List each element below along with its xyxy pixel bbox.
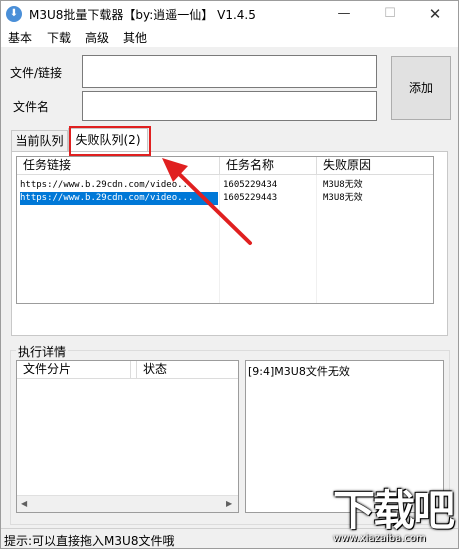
details-group-label: 执行详情 — [16, 343, 69, 360]
column-header-segment[interactable]: 文件分片 — [17, 361, 131, 379]
scroll-right-icon[interactable]: ▶ — [226, 499, 232, 508]
column-header-status[interactable]: 状态 — [137, 361, 238, 379]
log-line: [9:4]M3U8文件无效 — [248, 365, 350, 378]
watermark-url: www.xiazaiba.com — [333, 533, 426, 544]
horizontal-scrollbar[interactable]: ◀ ▶ — [17, 495, 238, 512]
file-segments-list[interactable]: 文件分片 状态 ◀ ▶ — [16, 360, 239, 513]
scroll-left-icon[interactable]: ◀ — [21, 499, 27, 508]
status-text: 提示:可以直接拖入M3U8文件哦 — [4, 534, 175, 548]
site-watermark: 下载吧 www.xiazaiba.com — [329, 489, 457, 547]
watermark-logo: 下载吧 — [333, 486, 455, 535]
app-window: ⬇ M3U8批量下载器【by:逍遥一仙】 V1.4.5 — ☐ ✕ 基本 下载 … — [0, 0, 459, 549]
